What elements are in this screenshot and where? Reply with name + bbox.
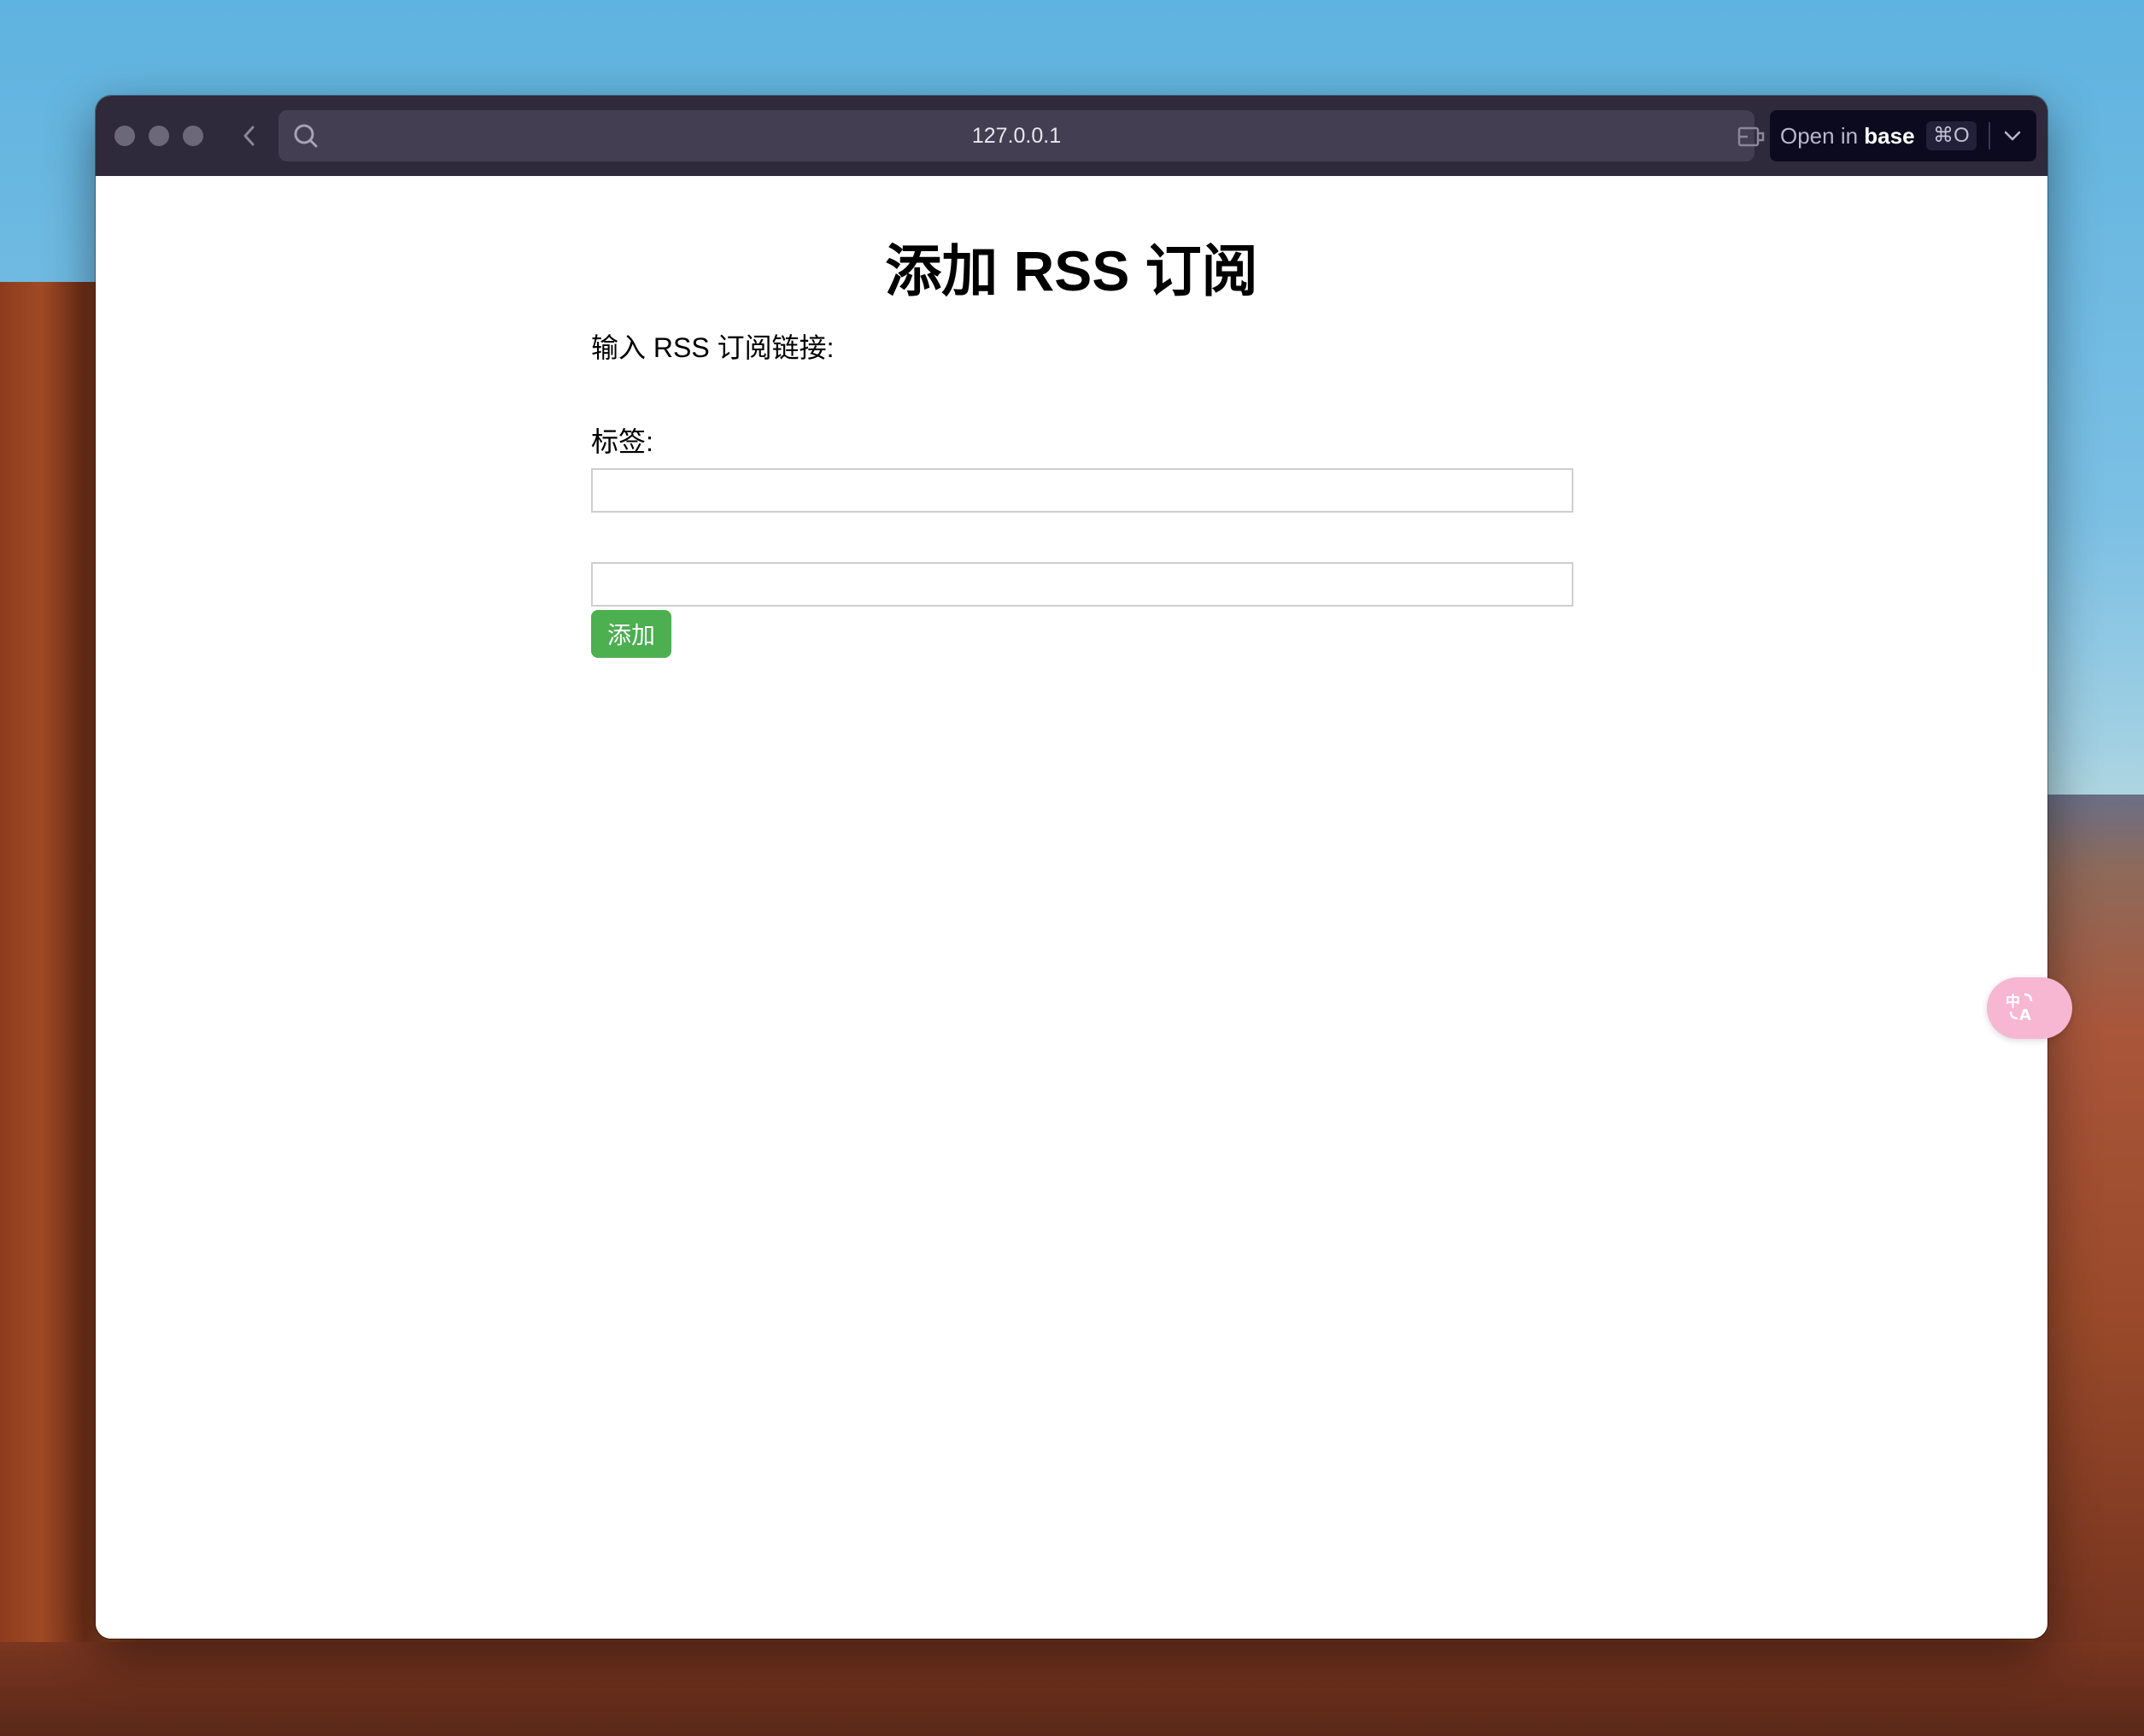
tag-label: 标签: xyxy=(591,426,653,457)
svg-text:A: A xyxy=(2019,1006,2031,1023)
chevron-left-icon xyxy=(243,126,255,146)
rss-url-label: 输入 RSS 订阅链接: xyxy=(591,332,835,363)
svg-text:中: 中 xyxy=(2006,993,2020,1011)
browser-toolbar: 127.0.0.1 Open in base ⌘O xyxy=(96,96,2047,176)
open-in-app-name: base xyxy=(1864,123,1915,149)
open-in-shortcut: ⌘O xyxy=(1926,121,1977,150)
desktop-wallpaper: 127.0.0.1 Open in base ⌘O 添加 RSS 订阅 输入 R… xyxy=(0,0,2144,1736)
open-in-label: Open in base xyxy=(1780,110,1915,161)
close-window-button[interactable] xyxy=(114,126,135,146)
zoom-window-button[interactable] xyxy=(183,126,203,146)
open-in-divider xyxy=(1989,122,1990,150)
rss-url-input[interactable] xyxy=(591,468,1573,513)
minimize-window-button[interactable] xyxy=(149,126,169,146)
wallpaper-ground xyxy=(0,1642,2144,1736)
open-in-app-button[interactable]: Open in base ⌘O xyxy=(1770,110,2036,161)
back-button[interactable] xyxy=(234,120,265,152)
cast-icon[interactable] xyxy=(1736,121,1766,152)
tag-input[interactable] xyxy=(591,562,1573,607)
translate-icon: 中 A xyxy=(2006,993,2033,1023)
translate-button[interactable]: 中 A xyxy=(1987,977,2072,1039)
browser-window: 127.0.0.1 Open in base ⌘O 添加 RSS 订阅 输入 R… xyxy=(96,96,2047,1639)
chevron-down-icon[interactable] xyxy=(1997,120,2028,151)
page-content: 添加 RSS 订阅 输入 RSS 订阅链接: 标签: 添加 xyxy=(96,176,2047,1639)
address-bar[interactable]: 127.0.0.1 xyxy=(278,110,1816,161)
page-title: 添加 RSS 订阅 xyxy=(885,239,1258,302)
wallpaper-mesa-right xyxy=(2033,795,2144,1736)
url-text: 127.0.0.1 xyxy=(971,124,1062,148)
open-in-prefix: Open in xyxy=(1780,123,1865,149)
add-button[interactable]: 添加 xyxy=(591,610,671,658)
